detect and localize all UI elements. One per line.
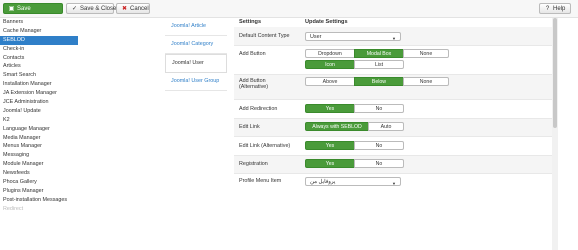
settings-header: Settings Update Settings bbox=[234, 18, 552, 27]
subnav-item-category[interactable]: Joomla! Category bbox=[165, 36, 227, 54]
scrollbar-thumb[interactable] bbox=[553, 18, 557, 128]
add-button-alternative-row: Add Button (Alternative) Above Below Non… bbox=[234, 75, 552, 100]
registration-no-option[interactable]: No bbox=[354, 159, 404, 168]
sidebar-item[interactable]: Media Manager bbox=[0, 134, 78, 143]
sidebar-item[interactable]: Phoca Gallery bbox=[0, 178, 78, 187]
add-button-icon-option[interactable]: Icon bbox=[305, 60, 355, 69]
update-settings-column-title: Update Settings bbox=[305, 19, 348, 25]
edit-link-group: Always with SEBLOD Auto bbox=[305, 122, 404, 131]
add-button-alternative-group: Above Below None bbox=[305, 77, 449, 86]
sidebar-item[interactable]: Articles bbox=[0, 62, 78, 71]
chevron-down-icon: ▼ bbox=[392, 181, 396, 186]
edit-link-alternative-row: Edit Link (Alternative) Yes No bbox=[234, 137, 552, 156]
add-button-none-option[interactable]: None bbox=[403, 49, 449, 58]
profile-menu-item-select[interactable]: پروفایل من ▼ bbox=[305, 177, 401, 186]
registration-yes-option[interactable]: Yes bbox=[305, 159, 355, 168]
edit-link-alt-yes-option[interactable]: Yes bbox=[305, 141, 355, 150]
subnav-item-user-group[interactable]: Joomla! User Group bbox=[165, 73, 227, 91]
save-label: Save bbox=[17, 6, 31, 12]
sidebar-item[interactable]: K2 bbox=[0, 116, 78, 125]
registration-label: Registration bbox=[239, 161, 268, 167]
add-button-label: Add Button bbox=[239, 51, 266, 57]
add-button-above-option[interactable]: Above bbox=[305, 77, 355, 86]
save-close-button[interactable]: ✓ Save & Close bbox=[66, 3, 117, 14]
help-label: Help bbox=[553, 6, 566, 12]
add-redirection-group: Yes No bbox=[305, 104, 404, 113]
edit-link-alternative-group: Yes No bbox=[305, 141, 404, 150]
default-content-type-row: Default Content Type User ▼ bbox=[234, 27, 552, 46]
sidebar-item[interactable]: Joomla! Update bbox=[0, 107, 78, 116]
close-icon: ✖ bbox=[121, 6, 128, 12]
sidebar-item[interactable]: Newsfeeds bbox=[0, 169, 78, 178]
chevron-down-icon: ▼ bbox=[392, 36, 396, 41]
component-sidebar: Banners Cache Manager SEBLOD Check-in Co… bbox=[0, 18, 78, 250]
edit-link-row: Edit Link Always with SEBLOD Auto bbox=[234, 119, 552, 137]
sidebar-item[interactable]: Plugins Manager bbox=[0, 187, 78, 196]
add-redirection-row: Add Redirection Yes No bbox=[234, 100, 552, 119]
edit-link-always-seblod-option[interactable]: Always with SEBLOD bbox=[305, 122, 369, 131]
sidebar-item[interactable]: Cache Manager bbox=[0, 27, 78, 36]
registration-row: Registration Yes No bbox=[234, 156, 552, 174]
add-button-row: Add Button Dropdown Modal Box None Icon … bbox=[234, 46, 552, 75]
sidebar-item[interactable]: Installation Manager bbox=[0, 80, 78, 89]
add-button-dropdown-option[interactable]: Dropdown bbox=[305, 49, 355, 58]
sidebar-item[interactable]: Check-in bbox=[0, 45, 78, 54]
add-button-list-option[interactable]: List bbox=[354, 60, 404, 69]
add-button-modal-box-option[interactable]: Modal Box bbox=[354, 49, 404, 58]
add-button-alternative-label-line2: (Alternative) bbox=[239, 84, 269, 90]
add-redirection-yes-option[interactable]: Yes bbox=[305, 104, 355, 113]
check-icon: ✓ bbox=[71, 6, 78, 12]
sidebar-item[interactable]: Smart Search bbox=[0, 71, 78, 80]
content-type-nav: Joomla! Article Joomla! Category Joomla!… bbox=[165, 18, 227, 91]
sidebar-item[interactable]: Post-installation Messages bbox=[0, 196, 78, 205]
help-icon: ? bbox=[545, 6, 550, 12]
add-button-alt-none-option[interactable]: None bbox=[403, 77, 449, 86]
save-close-label: Save & Close bbox=[80, 6, 117, 12]
sidebar-item[interactable]: JCE Administration bbox=[0, 98, 78, 107]
edit-link-alt-no-option[interactable]: No bbox=[354, 141, 404, 150]
vertical-scrollbar[interactable] bbox=[552, 18, 558, 250]
sidebar-item[interactable]: Banners bbox=[0, 18, 78, 27]
subnav-item-user[interactable]: Joomla! User bbox=[165, 54, 227, 73]
default-content-type-select[interactable]: User ▼ bbox=[305, 32, 401, 41]
edit-link-alternative-label: Edit Link (Alternative) bbox=[239, 143, 291, 149]
sidebar-item[interactable]: Menus Manager bbox=[0, 142, 78, 151]
sidebar-item[interactable]: Messaging bbox=[0, 151, 78, 160]
help-button[interactable]: ? Help bbox=[539, 3, 571, 14]
sidebar-item-active[interactable]: SEBLOD bbox=[0, 35, 78, 45]
default-content-type-value: User bbox=[310, 34, 322, 40]
default-content-type-label: Default Content Type bbox=[239, 33, 290, 39]
profile-menu-item-label: Profile Menu Item bbox=[239, 178, 282, 184]
edit-link-label: Edit Link bbox=[239, 124, 260, 130]
add-button-style-group: Icon List bbox=[305, 60, 404, 69]
add-button-below-option[interactable]: Below bbox=[354, 77, 404, 86]
subnav-item-article[interactable]: Joomla! Article bbox=[165, 18, 227, 36]
sidebar-item[interactable]: Language Manager bbox=[0, 125, 78, 134]
sidebar-item[interactable]: Contacts bbox=[0, 54, 78, 63]
cancel-label: Cancel bbox=[130, 6, 149, 12]
settings-panel: Settings Update Settings Default Content… bbox=[234, 18, 552, 192]
sidebar-item[interactable]: Redirect bbox=[0, 205, 78, 214]
sidebar-item[interactable]: Module Manager bbox=[0, 160, 78, 169]
sidebar-item[interactable]: JA Extension Manager bbox=[0, 89, 78, 98]
profile-menu-item-row: Profile Menu Item پروفایل من ▼ bbox=[234, 174, 552, 192]
save-button[interactable]: ▣ Save bbox=[3, 3, 63, 14]
cancel-button[interactable]: ✖ Cancel bbox=[116, 3, 150, 14]
toolbar: ▣ Save ✓ Save & Close ✖ Cancel ? Help bbox=[0, 0, 578, 18]
add-redirection-label: Add Redirection bbox=[239, 106, 278, 112]
add-redirection-no-option[interactable]: No bbox=[354, 104, 404, 113]
settings-column-title: Settings bbox=[239, 19, 262, 25]
add-button-alternative-label: Add Button (Alternative) bbox=[239, 78, 268, 90]
save-icon: ▣ bbox=[8, 6, 15, 12]
registration-group: Yes No bbox=[305, 159, 404, 168]
profile-menu-item-value: پروفایل من bbox=[310, 179, 336, 185]
add-button-mode-group: Dropdown Modal Box None bbox=[305, 49, 449, 58]
edit-link-auto-option[interactable]: Auto bbox=[368, 122, 404, 131]
